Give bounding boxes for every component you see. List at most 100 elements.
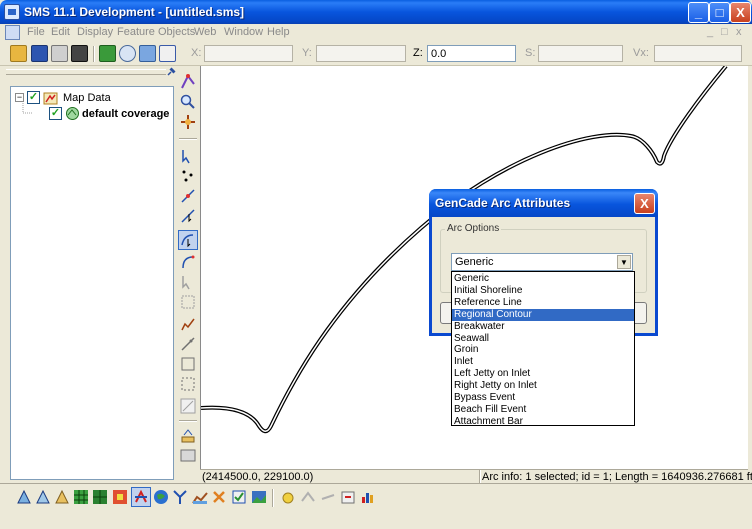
cross-section-icon[interactable] <box>192 489 208 505</box>
dropdown-option[interactable]: Beach Fill Event <box>452 404 634 416</box>
mdi-minimize-button[interactable]: _ <box>707 26 713 38</box>
display-options-icon[interactable] <box>139 45 156 62</box>
measure-icon[interactable] <box>180 398 196 414</box>
dropdown-option[interactable]: Right Jetty on Inlet <box>452 380 634 392</box>
open-folder-icon[interactable] <box>10 45 27 62</box>
axis-icon[interactable] <box>159 45 176 62</box>
plot-icon[interactable] <box>360 489 376 505</box>
tree-view[interactable]: − ✓ Map Data ✓ default coverage <box>10 86 174 480</box>
module-toolbar <box>0 483 752 511</box>
create-curve-icon[interactable] <box>180 254 196 270</box>
menu-display[interactable]: Display <box>77 26 113 38</box>
export-icon[interactable] <box>340 489 356 505</box>
dropdown-option[interactable]: Groin <box>452 344 634 356</box>
dropdown-option[interactable]: Breakwater <box>452 321 634 333</box>
close-button[interactable]: X <box>730 2 751 23</box>
scatter-module-icon[interactable] <box>54 489 70 505</box>
arc-type-dropdown-list[interactable]: Generic Initial Shoreline Reference Line Re… <box>451 271 635 428</box>
link-icon[interactable] <box>320 489 336 505</box>
select-arc-group-icon <box>181 234 194 248</box>
wizard-icon[interactable] <box>280 489 296 505</box>
mdi-close-button[interactable]: x <box>736 26 742 38</box>
save-icon[interactable] <box>31 45 48 62</box>
select-cells-icon[interactable] <box>180 376 196 392</box>
dropdown-option[interactable]: Inlet <box>452 356 634 368</box>
menu-edit[interactable]: Edit <box>51 26 70 38</box>
tree-item-default-coverage[interactable]: default coverage <box>82 108 169 120</box>
menu-window[interactable]: Window <box>224 26 263 38</box>
s-field[interactable] <box>538 45 623 62</box>
main-toolbar: X: Y: Z: S: Vx: <box>0 42 752 66</box>
refresh-icon[interactable] <box>99 45 116 62</box>
menu-bar: File Edit Display Feature Objects Web Wi… <box>0 24 752 42</box>
z-field[interactable] <box>427 45 516 62</box>
arc-options-label: Arc Options <box>445 223 502 234</box>
dropdown-option[interactable]: Initial Shoreline <box>452 285 634 297</box>
gis-module-icon[interactable] <box>153 489 169 505</box>
zoom-tool-icon[interactable] <box>180 94 196 110</box>
pin-icon[interactable] <box>166 67 176 77</box>
mesh-module-icon[interactable] <box>16 489 32 505</box>
panel-grip[interactable] <box>6 69 166 75</box>
annotation-icon[interactable] <box>180 428 196 444</box>
dropdown-option[interactable]: Seawall <box>452 333 634 345</box>
transform-icon[interactable] <box>300 489 316 505</box>
select-feature-point-icon[interactable] <box>180 148 196 164</box>
z-label: Z: <box>413 47 423 59</box>
dropdown-option[interactable]: Generic <box>452 273 634 285</box>
dropdown-option[interactable]: Regional Contour <box>452 308 634 321</box>
dropdown-option[interactable]: Bypass Event <box>452 392 634 404</box>
maximize-button[interactable]: □ <box>709 2 730 23</box>
toolbar-separator <box>93 46 95 62</box>
app-icon[interactable] <box>4 4 20 20</box>
arc-type-select[interactable]: Generic ▼ <box>451 253 633 271</box>
image-display-icon[interactable] <box>251 489 267 505</box>
toolbar-separator <box>272 489 274 507</box>
chevron-down-icon[interactable]: ▼ <box>617 255 631 269</box>
cartesian-grid-icon[interactable] <box>73 489 89 505</box>
raster-module-icon[interactable] <box>112 489 128 505</box>
project-explorer: − ✓ Map Data ✓ default coverage <box>6 66 176 481</box>
title-bar[interactable]: SMS 11.1 Development - [untitled.sms] _ … <box>0 0 752 24</box>
create-feature-icon[interactable] <box>180 316 196 332</box>
y-field[interactable] <box>316 45 406 62</box>
pan-tool-icon[interactable] <box>180 114 196 130</box>
tree-item-map-data[interactable]: Map Data <box>63 92 111 104</box>
display-image-icon[interactable] <box>180 448 196 464</box>
status-divider <box>479 470 481 484</box>
minimize-button[interactable]: _ <box>688 2 709 23</box>
menu-web[interactable]: Web <box>194 26 216 38</box>
generic-model-icon[interactable] <box>211 489 227 505</box>
select-arc-icon[interactable] <box>180 208 196 224</box>
select-polygon-icon[interactable] <box>180 294 196 310</box>
select-region-icon[interactable] <box>180 356 196 372</box>
model-checker-icon[interactable] <box>231 489 247 505</box>
menu-feature-objects[interactable]: Feature Objects <box>117 26 195 38</box>
particle-module-icon[interactable] <box>172 489 188 505</box>
split-arc-icon[interactable] <box>180 336 196 352</box>
quadtree-icon[interactable] <box>92 489 108 505</box>
map-data-checkbox[interactable]: ✓ <box>27 91 40 104</box>
delete-icon[interactable] <box>71 45 88 62</box>
document-icon[interactable] <box>5 25 20 40</box>
dropdown-option[interactable]: Left Jetty on Inlet <box>452 368 634 380</box>
tree-expander[interactable]: − <box>15 93 24 102</box>
create-object-icon[interactable] <box>180 74 196 90</box>
create-arc-icon[interactable] <box>180 188 196 204</box>
print-icon[interactable] <box>51 45 68 62</box>
dialog-close-button[interactable]: X <box>634 193 655 214</box>
zoom-icon[interactable] <box>119 45 136 62</box>
mdi-restore-button[interactable]: □ <box>721 26 728 38</box>
map-module-icon <box>135 489 147 503</box>
create-point-icon[interactable] <box>180 168 196 184</box>
grid-module-icon[interactable] <box>35 489 51 505</box>
coverage-checkbox[interactable]: ✓ <box>49 107 62 120</box>
vx-field[interactable] <box>654 45 742 62</box>
dropdown-option[interactable]: Reference Line <box>452 297 634 309</box>
select-vertex-icon[interactable] <box>180 274 196 290</box>
dropdown-option[interactable]: Attachment Bar <box>452 416 634 428</box>
x-field[interactable] <box>204 45 293 62</box>
menu-help[interactable]: Help <box>267 26 290 38</box>
dialog-title-bar[interactable]: GenCade Arc Attributes X <box>429 189 658 217</box>
menu-file[interactable]: File <box>27 26 45 38</box>
